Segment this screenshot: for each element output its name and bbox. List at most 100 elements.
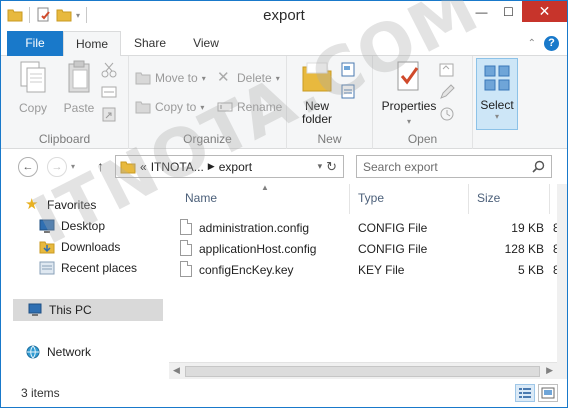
file-type: CONFIG File [358,242,428,256]
paste-shortcut-icon[interactable] [101,106,117,122]
tab-share[interactable]: Share [125,31,175,56]
scroll-left-icon[interactable]: ◀ [173,365,180,376]
organize-group: Move to ▾ ✕ Delete ▾ Copy to ▾ Rename Organ… [129,56,287,149]
tab-file[interactable]: File [7,31,63,56]
address-row: ← → ▾ ↑ « ITNOTA... ▶ export ▾ ↻ Search … [1,149,567,184]
tab-home[interactable]: Home [63,31,121,57]
breadcrumb-export[interactable]: export [219,160,252,174]
forward-button[interactable]: → [47,157,67,177]
file-name: applicationHost.config [199,242,317,256]
search-box[interactable]: Search export [356,155,552,178]
properties-button[interactable]: Properties ▾ [379,60,439,127]
paste-button[interactable]: Paste [57,60,101,115]
file-icon [180,240,192,256]
large-icons-view-button[interactable] [538,384,558,402]
rename-label: Rename [237,100,283,114]
new-folder-button[interactable]: New folder [295,60,339,126]
recent-locations-icon[interactable]: ▾ [71,162,75,171]
history-icon[interactable] [439,106,455,122]
file-size: 19 KB [511,221,544,235]
refresh-icon[interactable]: ↻ [326,159,337,175]
file-row[interactable]: configEncKey.key KEY File 5 KB 8 [177,259,560,280]
new-group-label: New [317,132,342,146]
file-row[interactable]: applicationHost.config CONFIG File 128 K… [177,238,560,259]
properties-dropdown-icon[interactable]: ▾ [407,117,411,126]
nav-recent-places[interactable]: Recent places [39,259,137,277]
search-placeholder: Search export [363,159,438,174]
explorer-window: ▾ export — ☐ ✕ File Home Share View ⌃ ? … [0,0,568,408]
recent-places-icon [39,261,55,275]
star-icon: ★ [25,196,39,213]
file-type: KEY File [358,263,405,277]
up-arrow-icon[interactable]: ↑ [97,158,104,174]
select-button[interactable]: Select ▾ [476,58,518,130]
paste-icon [68,60,90,93]
close-button[interactable]: ✕ [522,1,567,22]
select-dropdown-icon: ▾ [494,112,499,121]
delete-button[interactable]: ✕ Delete ▾ [217,70,280,86]
maximize-button[interactable]: ☐ [495,1,522,22]
ribbon-right-controls: ⌃ ? [528,36,559,51]
clipboard-group-label: Clipboard [38,132,91,146]
address-bar[interactable]: « ITNOTA... ▶ export ▾ ↻ [115,155,344,178]
column-size[interactable]: Size [469,184,550,214]
copy-label: Copy [18,101,47,115]
folder-icon [120,161,136,173]
copy-to-button[interactable]: Copy to ▾ [135,99,204,115]
nav-downloads[interactable]: Downloads [39,238,120,256]
help-icon[interactable]: ? [544,36,559,51]
rename-button[interactable]: Rename [217,99,282,115]
search-icon[interactable] [532,160,545,173]
nav-this-pc[interactable]: This PC [13,299,163,321]
ribbon: Copy Paste Clipboard Move to ▾ ✕ Delete ▾ [1,56,567,149]
edit-icon[interactable] [439,84,455,100]
address-dropdown-icon[interactable]: ▾ [318,161,323,172]
breadcrumb-separator-icon[interactable]: ▶ [208,161,215,172]
delete-label: Delete [237,71,272,85]
easy-access-icon[interactable] [341,84,357,100]
scroll-right-icon[interactable]: ▶ [546,365,553,376]
paste-label: Paste [63,101,95,115]
horizontal-scrollbar[interactable]: ◀ ▶ [169,362,557,379]
nav-favorites[interactable]: ★ Favorites [25,196,96,214]
nav-favorites-label: Favorites [47,198,97,212]
nav-network-label: Network [47,345,92,359]
details-view-button[interactable] [515,384,535,402]
file-row[interactable]: administration.config CONFIG File 19 KB … [177,217,560,238]
scrollbar-thumb[interactable] [185,366,540,377]
column-type[interactable]: Type [350,184,469,214]
properties-label: Properties [381,99,437,113]
back-button[interactable]: ← [18,157,38,177]
window-controls: — ☐ ✕ [468,1,567,22]
file-type: CONFIG File [358,221,428,235]
nav-desktop[interactable]: Desktop [39,217,105,235]
move-to-label: Move to [155,71,198,85]
nav-desktop-label: Desktop [61,219,106,233]
item-count: 3 items [21,386,60,400]
move-to-button[interactable]: Move to ▾ [135,70,206,86]
new-folder-icon [302,62,332,92]
file-icon [180,219,192,235]
breadcrumb-itnota[interactable]: ITNOTA... [151,160,204,174]
breadcrumb-prefix[interactable]: « [140,160,147,174]
file-name: configEncKey.key [199,263,294,277]
vertical-scrollbar[interactable] [557,184,567,379]
nav-downloads-label: Downloads [61,240,121,254]
tab-view[interactable]: View [181,31,231,56]
copy-button[interactable]: Copy [11,60,55,115]
large-icons-view-icon [541,387,555,399]
title-bar: ▾ export — ☐ ✕ [1,1,567,31]
new-folder-label: New folder [301,99,333,126]
cut-icon[interactable] [101,62,117,78]
nav-network[interactable]: Network [25,343,91,361]
column-name[interactable]: Name [177,184,350,214]
new-item-icon[interactable] [341,62,357,78]
computer-icon [28,303,42,316]
nav-recent-places-label: Recent places [61,261,138,275]
open-icon[interactable] [439,62,455,78]
minimize-button[interactable]: — [468,1,495,22]
copy-path-icon[interactable] [101,84,117,100]
copy-icon [20,61,46,93]
properties-icon [397,61,419,91]
collapse-ribbon-icon[interactable]: ⌃ [528,38,536,49]
